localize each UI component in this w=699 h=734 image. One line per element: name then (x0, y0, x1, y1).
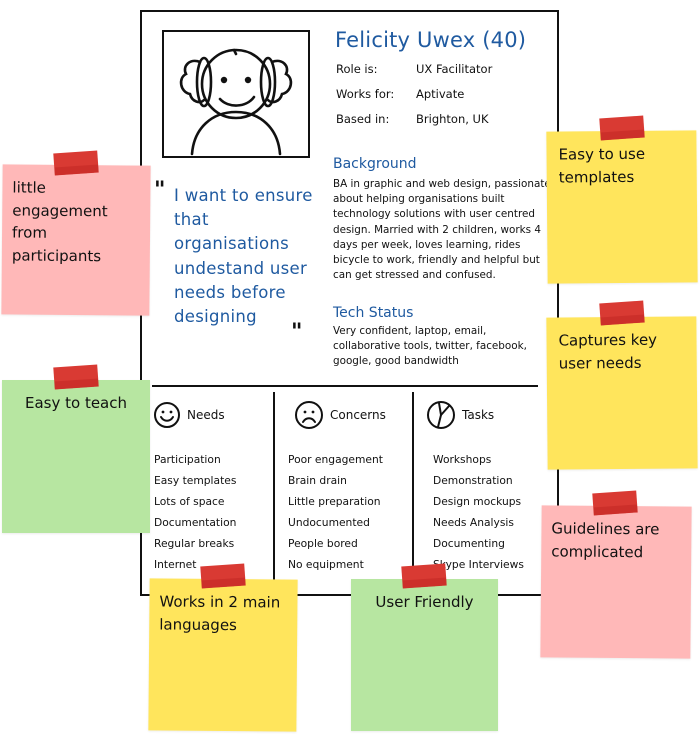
persona-quote: I want to ensure that organisations unde… (174, 186, 313, 327)
sticky-note-green[interactable]: User Friendly (351, 579, 498, 731)
location-label: Based in: (336, 112, 390, 126)
needs-header: Needs (153, 400, 225, 430)
tech-status-title: Tech Status (333, 305, 414, 321)
note-text: Guidelines are complicated (551, 519, 660, 561)
column-divider (273, 392, 275, 592)
note-text: Works in 2 main languages (159, 592, 281, 634)
list-item: Easy templates (154, 474, 237, 488)
list-item: Documenting (433, 537, 505, 551)
role-value: UX Facilitator (416, 62, 493, 76)
list-item: Lots of space (154, 495, 225, 509)
sticky-note-yellow[interactable]: Easy to use templates (546, 130, 698, 284)
list-item: Workshops (433, 453, 492, 466)
sticky-note-yellow[interactable]: Works in 2 main languages (148, 578, 298, 732)
section-divider (152, 385, 538, 387)
employer-label: Works for: (336, 87, 395, 101)
tape-strip (53, 364, 99, 390)
tape-strip (53, 150, 99, 176)
concerns-list: Poor engagement Brain drain Little prepa… (288, 449, 383, 576)
list-item: Documentation (154, 516, 237, 530)
employer-value: Aptivate (416, 87, 465, 101)
tasks-list: Workshops Demonstration Design mockups N… (433, 449, 524, 576)
frown-icon (295, 401, 323, 429)
quote-close-mark: " (291, 320, 303, 345)
column-divider (412, 392, 414, 592)
clock-icon (427, 401, 455, 429)
tape-strip (200, 563, 246, 589)
tape-strip (401, 563, 447, 589)
tape-strip (592, 490, 638, 516)
concerns-title: Concerns (330, 408, 386, 422)
list-item: Needs Analysis (433, 516, 514, 530)
location-value: Brighton, UK (416, 112, 489, 126)
note-text: little engagement from participants (11, 178, 108, 265)
avatar (162, 30, 310, 158)
list-item: No equipment (288, 558, 364, 572)
list-item: Regular breaks (154, 537, 235, 551)
tape-strip (599, 300, 645, 326)
list-item: People bored (288, 537, 358, 551)
note-text: Easy to use templates (558, 144, 646, 187)
tasks-header: Tasks (426, 400, 494, 430)
tape-strip (599, 115, 645, 141)
tasks-title: Tasks (462, 408, 495, 422)
note-text: User Friendly (375, 593, 474, 611)
note-text: Easy to teach (24, 394, 127, 412)
tech-status-text: Very confident, laptop, email, collabora… (333, 325, 527, 368)
list-item: Skype Interviews (433, 558, 524, 572)
list-item: Undocumented (288, 516, 370, 530)
quote-open-mark: " (154, 178, 166, 203)
role-label: Role is: (336, 62, 378, 76)
list-item: Poor engagement (288, 453, 383, 466)
sticky-note-green[interactable]: Easy to teach (2, 380, 150, 533)
background-text: BA in graphic and web design, passionate… (333, 178, 551, 282)
background-title: Background (333, 156, 417, 172)
needs-list: Participation Easy templates Lots of spa… (154, 449, 236, 576)
list-item: Participation (154, 453, 221, 466)
sticky-note-pink[interactable]: little engagement from participants (1, 164, 151, 316)
list-item: Design mockups (433, 495, 522, 509)
sticky-note-yellow[interactable]: Captures key user needs (546, 316, 698, 470)
needs-title: Needs (187, 408, 225, 422)
list-item: Demonstration (433, 474, 513, 488)
person-sketch-icon (179, 48, 293, 156)
concerns-header: Concerns (294, 400, 386, 430)
smiley-icon (154, 402, 180, 428)
list-item: Brain drain (288, 474, 347, 488)
persona-name: Felicity Uwex (40) (335, 28, 527, 52)
sticky-note-pink[interactable]: Guidelines are complicated (540, 505, 692, 659)
list-item: Little preparation (288, 495, 381, 509)
note-text: Captures key user needs (558, 330, 658, 373)
